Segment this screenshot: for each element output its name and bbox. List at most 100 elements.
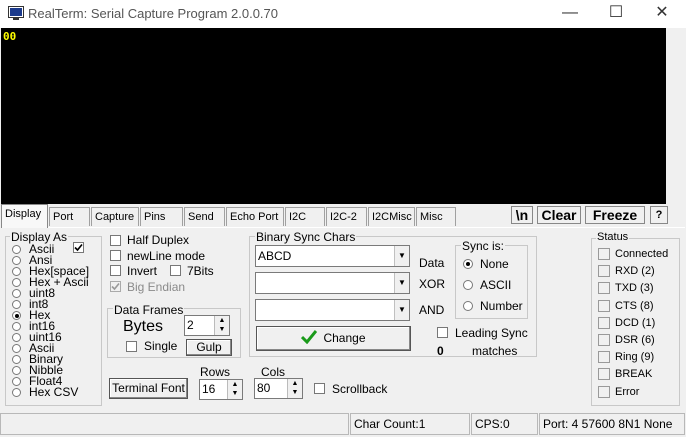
sync-and-dropdown[interactable]: ▼ [255, 299, 410, 321]
display-as-radio[interactable] [12, 278, 21, 287]
sync-xor-dropdown[interactable]: ▼ [255, 272, 410, 294]
tab-capture[interactable]: Capture [91, 207, 139, 226]
tab-display[interactable]: Display [1, 204, 48, 228]
matches-count: 0 [437, 344, 444, 358]
status-title: Status [596, 231, 630, 243]
tab-pins[interactable]: Pins [140, 207, 183, 226]
status-label: DSR (6) [615, 334, 655, 346]
half-duplex-checkbox[interactable] [110, 235, 121, 246]
sync-option-label: None [480, 257, 509, 271]
rows-spin[interactable]: ▲ ▼ [227, 380, 242, 399]
big-endian-label: Big Endian [127, 280, 186, 294]
display-as-radio[interactable] [12, 344, 21, 353]
minimize-button[interactable]: — [547, 0, 593, 28]
display-as-radio[interactable] [12, 322, 21, 331]
display-as-checkbox[interactable] [73, 242, 84, 253]
cols-label: Cols [261, 365, 286, 379]
cols-value: 80 [257, 381, 271, 395]
display-as-radio[interactable] [12, 311, 21, 320]
invert-checkbox[interactable] [110, 265, 121, 276]
bytes-stepper[interactable]: 2 ▲ ▼ [184, 315, 230, 336]
newline-button[interactable]: \n [511, 206, 533, 224]
checkmark-icon [301, 330, 318, 345]
freeze-button[interactable]: Freeze [585, 206, 645, 224]
status-label: DCD (1) [615, 316, 656, 329]
chevron-down-icon: ▼ [394, 300, 409, 320]
display-as-radio[interactable] [12, 366, 21, 375]
and-label: AND [419, 303, 445, 317]
leading-sync-checkbox[interactable] [437, 327, 448, 338]
seven-bits-label: 7Bits [187, 264, 214, 278]
tab-send[interactable]: Send [184, 207, 225, 226]
scrollback-label: Scrollback [332, 382, 388, 396]
port-status: Port: 4 57600 8N1 None [539, 413, 685, 435]
single-checkbox[interactable] [126, 341, 137, 352]
display-as-radio[interactable] [12, 333, 21, 342]
char-count: Char Count:1 [350, 413, 470, 435]
sync-is-title: Sync is: [461, 239, 506, 253]
sync-radio[interactable] [463, 280, 473, 290]
newline-mode-checkbox[interactable] [110, 250, 121, 261]
bytes-spin[interactable]: ▲ ▼ [214, 316, 229, 335]
status-label: TXD (3) [615, 282, 654, 295]
tab-i2c[interactable]: I2C [285, 207, 325, 226]
display-as-radio[interactable] [12, 388, 21, 397]
display-as-radio[interactable] [12, 289, 21, 298]
status-label: Connected [615, 248, 669, 260]
display-as-radio[interactable] [12, 355, 21, 364]
tab-port[interactable]: Port [49, 207, 90, 226]
status-indicator [598, 265, 610, 278]
sync-data-value: ABCD [258, 249, 292, 263]
status-indicator [598, 368, 610, 381]
status-label: Error [615, 385, 640, 398]
display-as-radio[interactable] [12, 245, 21, 254]
statusbar-blank [0, 413, 349, 435]
cps: CPS:0 [471, 413, 538, 435]
status-indicator [598, 248, 610, 260]
cols-stepper[interactable]: 80 ▲ ▼ [254, 378, 303, 399]
xor-label: XOR [419, 277, 446, 291]
sync-radio[interactable] [463, 259, 473, 269]
tab-echo-port[interactable]: Echo Port [226, 207, 284, 226]
sync-data-dropdown[interactable]: ABCD ▼ [255, 245, 410, 267]
invert-label: Invert [127, 264, 158, 278]
status-indicator [598, 282, 610, 295]
gulp-button[interactable]: Gulp [186, 339, 232, 356]
terminal-text: 00 [3, 30, 17, 43]
display-as-radio[interactable] [12, 300, 21, 309]
rows-stepper[interactable]: 16 ▲ ▼ [199, 379, 243, 400]
change-label: Change [323, 331, 366, 345]
help-button[interactable]: ? [650, 206, 668, 224]
close-button[interactable]: ✕ [639, 0, 685, 28]
tab-misc[interactable]: Misc [416, 207, 456, 226]
scrollback-checkbox[interactable] [314, 383, 325, 394]
display-as-option: Hex CSV [29, 385, 79, 399]
display-as-radio[interactable] [12, 377, 21, 386]
sync-radio[interactable] [463, 301, 473, 311]
binary-sync-title: Binary Sync Chars [255, 230, 357, 244]
terminal-font-button[interactable]: Terminal Font [109, 378, 188, 399]
display-as-radio[interactable] [12, 267, 21, 276]
sync-option-label: ASCII [480, 278, 512, 292]
matches-label: matches [472, 344, 518, 358]
status-indicator [598, 385, 610, 398]
newline-mode-label: newLine mode [127, 249, 206, 263]
big-endian-checkbox[interactable] [110, 281, 121, 292]
terminal-display[interactable]: 00 [1, 28, 666, 204]
app-icon [8, 6, 24, 20]
seven-bits-checkbox[interactable] [170, 265, 181, 276]
status-indicator [598, 351, 610, 364]
tab-i2c-2[interactable]: I2C-2 [326, 207, 367, 226]
half-duplex-label: Half Duplex [127, 233, 190, 247]
status-indicator [598, 334, 610, 346]
maximize-button[interactable]: ☐ [593, 0, 639, 28]
status-label: BREAK [615, 368, 653, 381]
status-indicator [598, 316, 610, 329]
cols-spin[interactable]: ▲ ▼ [287, 379, 302, 398]
bytes-value: 2 [187, 318, 194, 332]
change-button[interactable]: Change [256, 326, 411, 351]
clear-button[interactable]: Clear [537, 206, 581, 224]
tab-i2cmisc[interactable]: I2CMisc [368, 207, 415, 226]
terminal-scrollbar[interactable] [666, 28, 686, 204]
display-as-radio[interactable] [12, 256, 21, 265]
